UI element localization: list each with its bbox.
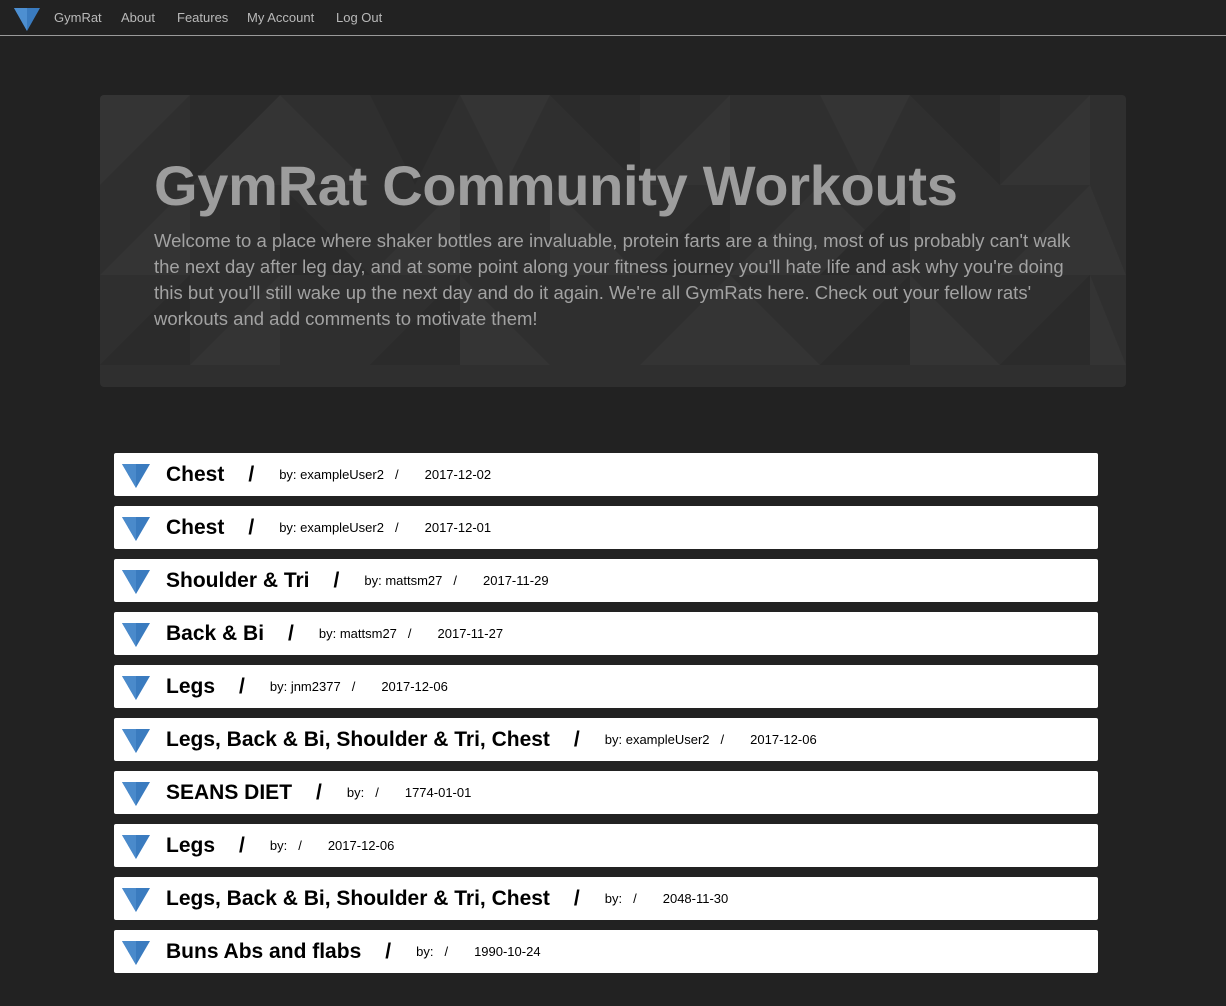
author-separator: / xyxy=(351,679,356,694)
workout-date: 2017-12-06 xyxy=(381,679,448,694)
workout-title[interactable]: Shoulder & Tri xyxy=(166,569,310,593)
author-separator: / xyxy=(407,626,412,641)
workout-author: by: xyxy=(346,785,365,800)
workout-title[interactable]: Buns Abs and flabs xyxy=(166,940,361,964)
title-separator: / xyxy=(385,939,392,963)
author-separator: / xyxy=(444,944,449,959)
workout-row-content: Shoulder & Tri / by: mattsm27 / 2017-11-29 xyxy=(166,559,549,602)
workout-date: 2017-12-06 xyxy=(327,838,395,853)
workout-title[interactable]: Legs, Back & Bi, Shoulder & Tri, Chest xyxy=(166,728,550,752)
author-separator: / xyxy=(453,573,458,588)
blue-diamond-icon xyxy=(122,623,150,647)
workout-date: 1990-10-24 xyxy=(474,944,541,959)
workout-title[interactable]: Legs, Back & Bi, Shoulder & Tri, Chest xyxy=(166,887,550,911)
gymrat-logo-icon[interactable] xyxy=(13,4,41,32)
workout-date: 2017-11-27 xyxy=(437,626,504,641)
workout-row[interactable]: Chest / by: exampleUser2 / 2017-12-02 xyxy=(114,453,1098,496)
author-separator: / xyxy=(394,520,399,535)
title-separator: / xyxy=(239,674,245,698)
workout-date: 2017-12-02 xyxy=(424,467,492,482)
nav-link-about[interactable]: About xyxy=(121,10,155,25)
blue-diamond-icon xyxy=(122,888,150,912)
workout-author: by: exampleUser2 xyxy=(279,520,384,535)
workout-title[interactable]: Chest xyxy=(166,516,224,540)
title-separator: / xyxy=(573,886,580,910)
workout-row-content: Legs / by: jnm2377 / 2017-12-06 xyxy=(166,665,448,708)
blue-diamond-icon xyxy=(122,676,150,700)
blue-diamond-icon xyxy=(122,835,150,859)
workout-author: by: mattsm27 xyxy=(318,626,397,641)
workout-date: 2017-12-01 xyxy=(424,520,492,535)
workout-title[interactable]: SEANS DIET xyxy=(166,781,292,805)
nav-brand-link[interactable]: GymRat xyxy=(54,10,102,25)
nav-link-log-out[interactable]: Log Out xyxy=(336,10,382,25)
author-separator: / xyxy=(720,732,725,747)
author-separator: / xyxy=(633,891,637,906)
blue-diamond-icon xyxy=(122,517,150,541)
workout-author: by: jnm2377 xyxy=(269,679,341,694)
workout-row[interactable]: Legs, Back & Bi, Shoulder & Tri, Chest / b… xyxy=(114,877,1098,920)
workout-title[interactable]: Legs xyxy=(166,834,215,858)
workout-author: by: xyxy=(604,891,623,906)
title-separator: / xyxy=(248,515,255,539)
title-separator: / xyxy=(333,568,340,592)
workout-row[interactable]: Back & Bi / by: mattsm27 / 2017-11-27 xyxy=(114,612,1098,655)
workout-row[interactable]: Legs / by: jnm2377 / 2017-12-06 xyxy=(114,665,1098,708)
blue-diamond-icon xyxy=(122,729,150,753)
workout-row-content: Legs, Back & Bi, Shoulder & Tri, Chest / b… xyxy=(166,877,728,920)
nav-link-features[interactable]: Features xyxy=(177,10,228,25)
workout-author: by: mattsm27 xyxy=(364,573,443,588)
workout-author: by: exampleUser2 xyxy=(279,467,384,482)
navbar: GymRat About Features My Account Log Out xyxy=(0,0,1226,36)
workout-date: 2017-12-06 xyxy=(750,732,817,747)
workout-row-content: Legs, Back & Bi, Shoulder & Tri, Chest / b… xyxy=(166,718,817,761)
workout-author: by: xyxy=(269,838,288,853)
workout-row-content: Chest / by: exampleUser2 / 2017-12-02 xyxy=(166,453,491,496)
blue-diamond-icon xyxy=(122,782,150,806)
workout-date: 2017-11-29 xyxy=(483,573,549,588)
blue-diamond-icon xyxy=(122,570,150,594)
workout-row[interactable]: Shoulder & Tri / by: mattsm27 / 2017-11-29 xyxy=(114,559,1098,602)
title-separator: / xyxy=(316,780,322,804)
page-title: GymRat Community Workouts xyxy=(154,154,958,217)
workout-title[interactable]: Chest xyxy=(166,463,224,487)
title-separator: / xyxy=(248,462,255,486)
author-separator: / xyxy=(298,838,302,853)
workout-title[interactable]: Legs xyxy=(166,675,215,699)
author-separator: / xyxy=(394,467,399,482)
workout-date: 1774-01-01 xyxy=(404,785,472,800)
title-separator: / xyxy=(288,621,294,645)
blue-diamond-icon xyxy=(122,941,150,965)
workout-author: by: exampleUser2 xyxy=(604,732,710,747)
workout-row-content: Back & Bi / by: mattsm27 / 2017-11-27 xyxy=(166,612,503,655)
workout-row[interactable]: Chest / by: exampleUser2 / 2017-12-01 xyxy=(114,506,1098,549)
title-separator: / xyxy=(573,727,580,751)
workout-row-content: SEANS DIET / by: / 1774-01-01 xyxy=(166,771,471,814)
nav-link-my-account[interactable]: My Account xyxy=(247,10,314,25)
workout-row[interactable]: Legs, Back & Bi, Shoulder & Tri, Chest / b… xyxy=(114,718,1098,761)
workout-author: by: xyxy=(416,944,434,959)
workout-list: Chest / by: exampleUser2 / 2017-12-02 Chest / b… xyxy=(114,453,1098,983)
jumbotron: GymRat Community Workouts Welcome to a p… xyxy=(100,95,1126,387)
workout-row[interactable]: Legs / by: / 2017-12-06 xyxy=(114,824,1098,867)
workout-date: 2048-11-30 xyxy=(662,891,729,906)
workout-row[interactable]: SEANS DIET / by: / 1774-01-01 xyxy=(114,771,1098,814)
title-separator: / xyxy=(239,833,245,857)
blue-diamond-icon xyxy=(122,464,150,488)
workout-title[interactable]: Back & Bi xyxy=(166,622,264,646)
workout-row[interactable]: Buns Abs and flabs / by: / 1990-10-24 xyxy=(114,930,1098,973)
welcome-text: Welcome to a place where shaker bottles … xyxy=(154,230,1071,329)
author-separator: / xyxy=(375,785,379,800)
workout-row-content: Chest / by: exampleUser2 / 2017-12-01 xyxy=(166,506,491,549)
workout-row-content: Legs / by: / 2017-12-06 xyxy=(166,824,394,867)
workout-row-content: Buns Abs and flabs / by: / 1990-10-24 xyxy=(166,930,541,973)
